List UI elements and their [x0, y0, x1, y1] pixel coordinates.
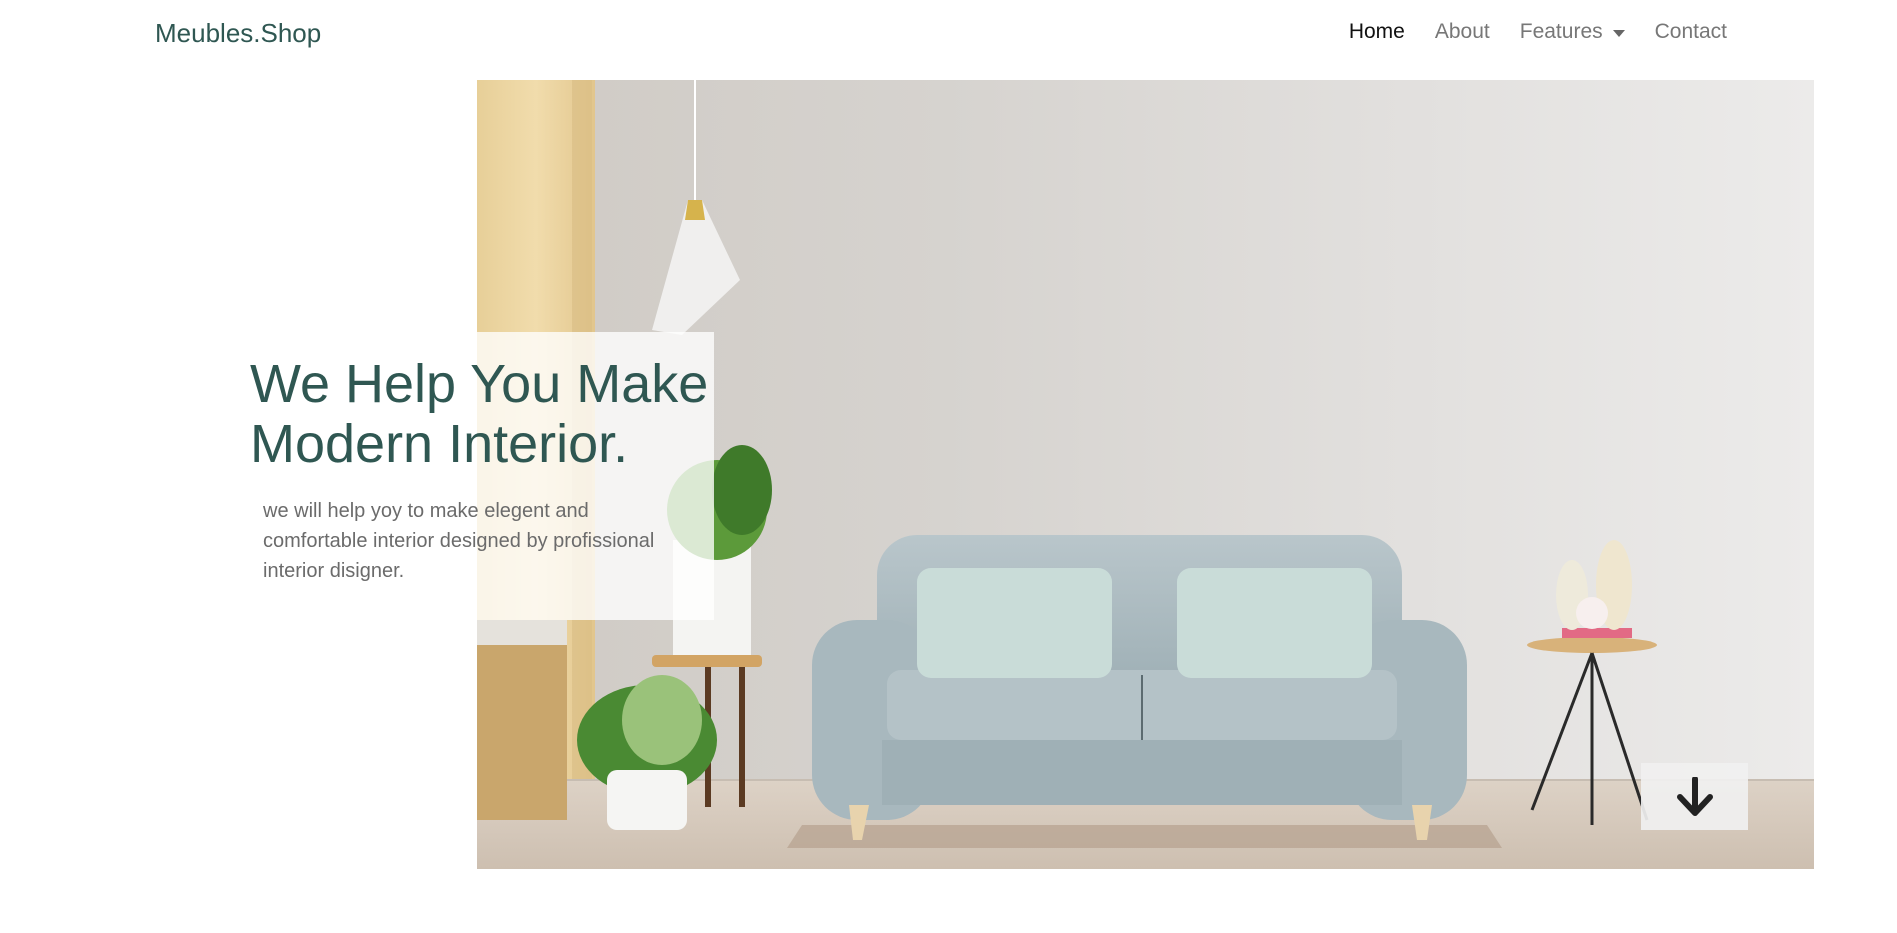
- navbar: Meubles.Shop Home About Features Contact: [0, 0, 1897, 66]
- caret-down-icon: [1612, 29, 1625, 37]
- hero-title-line2: Modern Interior.: [250, 414, 629, 474]
- nav-features-label: Features: [1519, 20, 1603, 43]
- hero-title: We Help You Make Modern Interior.: [250, 354, 770, 474]
- hero-description: we will help yoy to make elegent and com…: [263, 500, 655, 582]
- brand-logo[interactable]: Meubles.Shop: [155, 18, 321, 49]
- nav-about[interactable]: About: [1435, 20, 1490, 44]
- nav-home[interactable]: Home: [1349, 20, 1405, 44]
- nav-contact[interactable]: Contact: [1655, 20, 1727, 44]
- scroll-down-button[interactable]: [1641, 763, 1748, 830]
- hero-title-line1: We Help You Make: [250, 354, 709, 414]
- nav-menu: Home About Features Contact: [1319, 20, 1727, 44]
- arrow-down-icon: [1676, 776, 1713, 816]
- nav-features-dropdown[interactable]: Features: [1520, 20, 1625, 44]
